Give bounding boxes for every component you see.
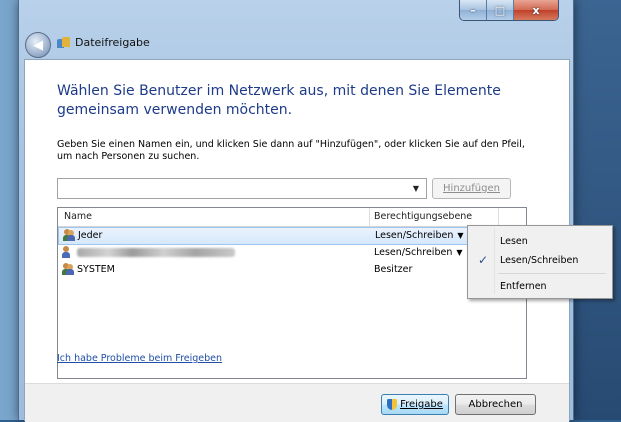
row-name-cell: SYSTEM <box>62 263 115 275</box>
column-header-permission[interactable]: Berechtigungsebene <box>374 211 472 222</box>
page-heading: Wählen Sie Benutzer im Netzwerk aus, mit… <box>57 83 501 118</box>
maximize-icon: □ <box>494 3 506 17</box>
permission-value: Besitzer <box>374 264 413 275</box>
checkmark-icon: ✓ <box>478 253 489 267</box>
caption-buttons: – □ x <box>459 0 559 21</box>
cancel-button-label: Abbrechen <box>468 399 523 410</box>
dropdown-arrow-icon[interactable]: ▼ <box>409 180 423 196</box>
back-button[interactable]: ◀ <box>25 32 51 58</box>
permission-context-menu: Lesen ✓ Lesen/Schreiben Entfernen <box>467 225 613 299</box>
share-button[interactable]: Freigabe <box>381 394 449 415</box>
close-icon: x <box>532 3 540 17</box>
dropdown-triangle-icon[interactable]: ▼ <box>456 248 462 257</box>
users-group-icon <box>63 229 75 241</box>
table-row[interactable]: Jeder Lesen/Schreiben ▼ <box>58 227 524 245</box>
dropdown-triangle-icon[interactable]: ▼ <box>457 231 463 240</box>
add-button[interactable]: Hinzufügen <box>432 178 511 199</box>
permission-cell: Besitzer <box>374 264 412 275</box>
table-row[interactable]: Lesen/Schreiben ▼ <box>58 245 524 261</box>
menu-item-read-write[interactable]: ✓ Lesen/Schreiben <box>470 250 608 270</box>
permission-value: Lesen/Schreiben <box>375 230 454 241</box>
row-name-cell: Jeder <box>63 229 102 241</box>
minimize-button[interactable]: – <box>460 0 487 20</box>
window-title: Dateifreigabe <box>75 36 150 49</box>
column-header-name[interactable]: Name <box>64 211 92 222</box>
user-icon <box>62 246 74 258</box>
table-row[interactable]: SYSTEM Besitzer <box>58 262 524 278</box>
row-name: Jeder <box>78 229 103 241</box>
add-button-label: Hinzufügen <box>443 183 500 194</box>
redacted-name <box>77 247 235 257</box>
column-divider[interactable] <box>498 208 499 226</box>
menu-item-label: Lesen <box>500 236 528 247</box>
back-arrow-icon: ◀ <box>33 37 43 53</box>
uac-shield-icon <box>387 399 398 410</box>
users-group-icon <box>62 263 74 275</box>
close-button[interactable]: x <box>514 0 558 20</box>
share-button-label: Freigabe <box>400 399 443 410</box>
column-divider[interactable] <box>369 208 370 226</box>
desktop-taskbar-edge <box>572 0 621 420</box>
dialog-footer: Freigabe Abbrechen <box>25 383 569 422</box>
permission-dropdown[interactable]: Lesen/Schreiben ▼ <box>375 230 464 241</box>
permission-dropdown[interactable]: Lesen/Schreiben ▼ <box>374 247 463 258</box>
list-header: Name Berechtigungsebene <box>58 208 526 227</box>
permission-value: Lesen/Schreiben <box>374 247 453 258</box>
row-name: SYSTEM <box>77 263 115 275</box>
cancel-button[interactable]: Abbrechen <box>455 394 536 415</box>
menu-item-remove[interactable]: Entfernen <box>470 276 608 296</box>
row-name-cell <box>62 246 235 258</box>
minimize-icon: – <box>470 3 476 17</box>
maximize-button[interactable]: □ <box>487 0 514 20</box>
instruction-text: Geben Sie einen Namen ein, und klicken S… <box>57 139 525 162</box>
menu-item-read[interactable]: Lesen <box>470 231 608 251</box>
menu-item-label: Entfernen <box>500 281 547 292</box>
name-combobox[interactable]: ▼ <box>57 178 427 199</box>
title-bar: Dateifreigabe <box>57 36 150 49</box>
file-sharing-icon <box>57 36 70 49</box>
menu-separator <box>498 273 606 274</box>
help-link[interactable]: Ich habe Probleme beim Freigeben <box>57 353 222 364</box>
menu-item-label: Lesen/Schreiben <box>500 255 579 266</box>
